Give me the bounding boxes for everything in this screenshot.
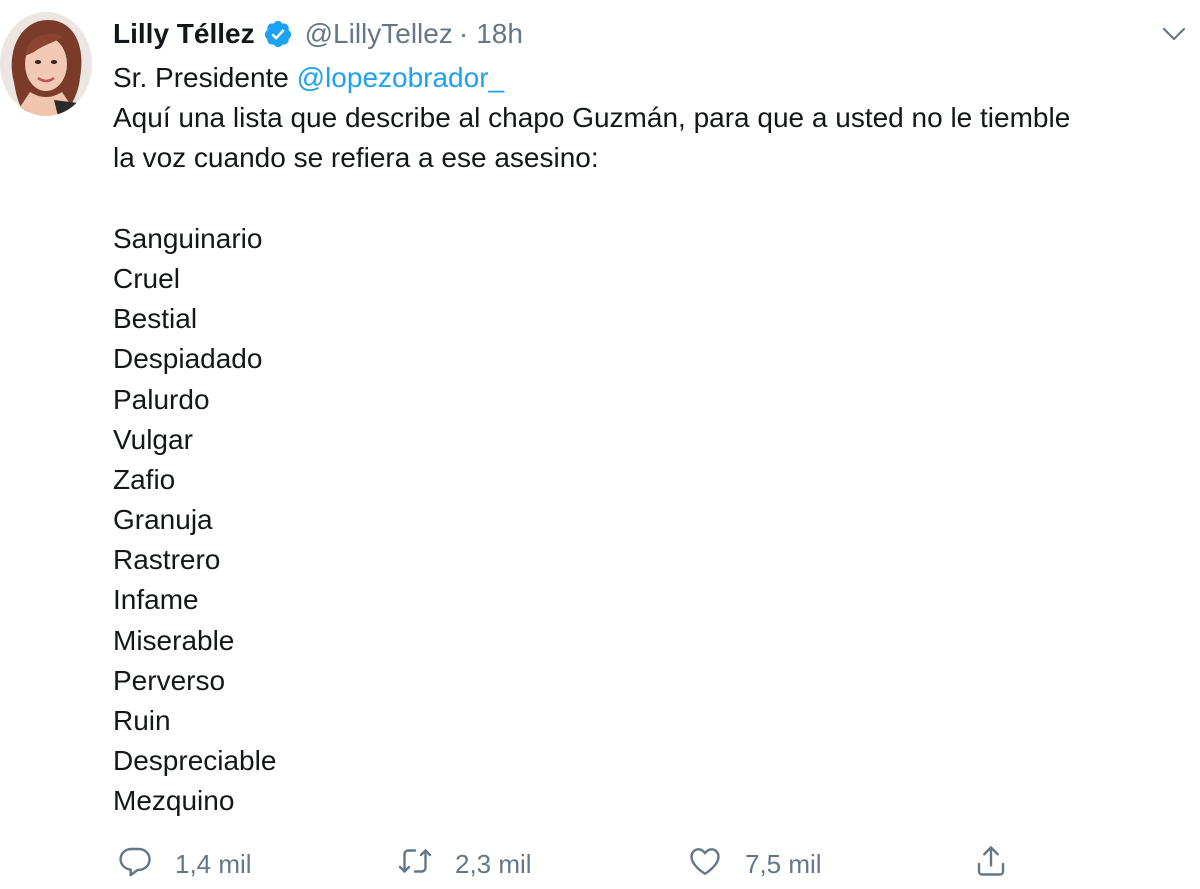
body-line-1: Aquí una lista que describe al chapo Guz… <box>113 102 1071 134</box>
list-item: Infame <box>113 584 199 616</box>
like-button[interactable]: 7,5 mil <box>687 842 822 886</box>
list-item: Mezquino <box>113 785 235 817</box>
share-arrow-up-icon <box>973 843 1009 886</box>
list-item: Bestial <box>113 303 198 335</box>
verified-badge-icon <box>263 19 293 49</box>
list-item: Miserable <box>113 624 235 656</box>
mention-link[interactable]: @lopezobrador_ <box>297 62 504 93</box>
greeting-text: Sr. Presidente <box>113 62 297 93</box>
heart-outline-icon <box>687 843 723 886</box>
list-item: Ruin <box>113 705 171 736</box>
tweet-body: Sr. Presidente @lopezobrador_ Aquí una l… <box>113 58 1193 822</box>
retweet-arrows-icon <box>397 843 433 886</box>
author-handle[interactable]: @LillyTellez <box>305 18 453 50</box>
separator-dot: · <box>458 18 469 49</box>
chevron-down-icon[interactable] <box>1158 18 1190 50</box>
list-item: Zafio <box>113 463 176 495</box>
list-item: Perverso <box>113 664 226 696</box>
list-item: Rastrero <box>113 544 221 576</box>
list-item: Cruel <box>113 262 180 294</box>
tweet-card[interactable]: Lilly Téllez @LillyTellez · 18h Sr. Pres… <box>0 0 1200 889</box>
tweet-actions: 1,4 mil 2,3 mil 7,5 mil <box>113 842 1113 886</box>
reply-button[interactable]: 1,4 mil <box>117 842 252 886</box>
retweet-count: 2,3 mil <box>455 848 532 879</box>
list-item: Despreciable <box>113 745 277 777</box>
list-item: Palurdo <box>113 383 210 415</box>
like-count: 7,5 mil <box>745 848 822 879</box>
avatar[interactable] <box>0 12 92 116</box>
greeting-line: Sr. Presidente @lopezobrador_ <box>113 58 1193 98</box>
body-line-2: la voz cuando se refiera a ese asesino: <box>113 142 599 174</box>
list-item: Despiadado <box>113 343 263 375</box>
adjective-list: Sanguinario Cruel Bestial Despiadado Pal… <box>113 219 1193 822</box>
avatar-image <box>0 12 92 116</box>
share-button[interactable] <box>973 842 1009 886</box>
tweet-timestamp[interactable]: 18h <box>476 18 523 50</box>
retweet-button[interactable]: 2,3 mil <box>397 842 532 886</box>
list-item: Sanguinario <box>113 222 263 254</box>
reply-bubble-icon <box>117 843 153 886</box>
list-item: Vulgar <box>113 423 193 455</box>
list-item: Granuja <box>113 504 213 536</box>
author-name[interactable]: Lilly Téllez <box>113 18 255 50</box>
reply-count: 1,4 mil <box>175 848 252 879</box>
tweet-header: Lilly Téllez @LillyTellez · 18h <box>113 14 523 54</box>
